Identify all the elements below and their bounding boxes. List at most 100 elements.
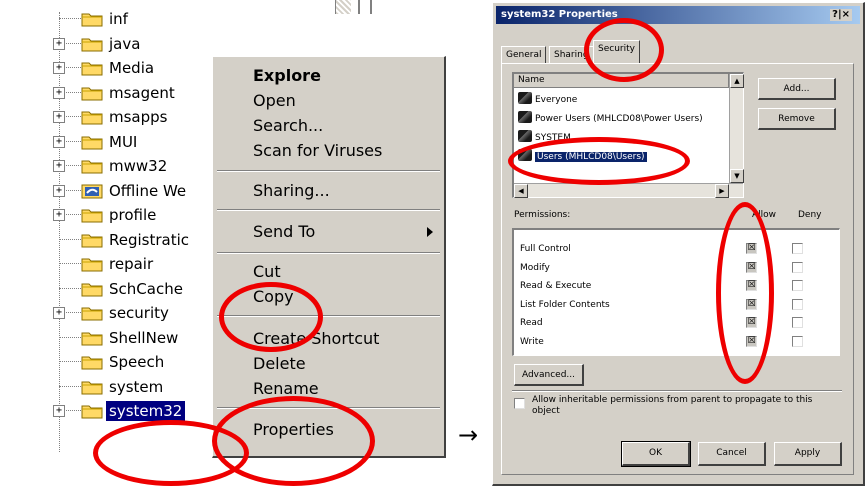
user-list-hscroll[interactable]: ◀ ▶ [514, 183, 743, 198]
folder-icon [81, 109, 103, 125]
permission-row: Write ☒ [520, 333, 820, 351]
tree-connector [59, 385, 81, 387]
advanced-button[interactable]: Advanced... [514, 364, 584, 386]
menu-item-scan-for-viruses[interactable]: Scan for Viruses [253, 140, 382, 162]
user-group-icon [518, 111, 532, 123]
deny-checkbox[interactable] [792, 243, 803, 254]
offline-web-folder-icon [81, 183, 103, 199]
highlight-ring-properties [212, 396, 375, 486]
scroll-down-icon[interactable]: ▼ [730, 169, 744, 183]
menu-item-delete[interactable]: Delete [253, 353, 306, 375]
tree-item[interactable]: inf [50, 9, 270, 29]
expand-plus-icon[interactable]: + [53, 307, 65, 319]
deny-checkbox[interactable] [792, 261, 803, 273]
permission-name: Read & Execute [520, 281, 592, 291]
tree-item-label: security [109, 304, 169, 322]
folder-icon [81, 60, 103, 76]
permission-row: Read ☒ [520, 314, 820, 332]
apply-button[interactable]: Apply [774, 442, 842, 466]
folder-icon [81, 354, 103, 370]
expand-plus-icon[interactable]: + [53, 160, 65, 172]
cancel-button[interactable]: Cancel [698, 442, 766, 466]
ok-button[interactable]: OK [621, 441, 691, 467]
tree-item-label: Speech [109, 353, 165, 371]
tree-item-label: Registratic [109, 230, 190, 249]
menu-item-explore[interactable]: Explore [253, 65, 321, 87]
expand-plus-icon[interactable]: + [53, 86, 65, 99]
permission-name: Full Control [520, 244, 571, 254]
scroll-right-icon[interactable]: ▶ [715, 184, 729, 198]
permission-name: Modify [520, 262, 550, 273]
deny-checkbox[interactable] [792, 298, 803, 310]
permission-row: Read & Execute ☒ [520, 277, 820, 295]
inherit-permissions-checkbox[interactable] [514, 398, 525, 409]
tree-item-label: msapps [109, 108, 168, 126]
expand-plus-icon[interactable]: + [53, 62, 65, 74]
menu-item-open[interactable]: Open [253, 90, 296, 112]
remove-user-button[interactable]: Remove [758, 108, 836, 130]
tree-item[interactable]: + java [50, 34, 270, 54]
menu-item-search[interactable]: Search... [253, 115, 323, 137]
dialog-title: system32 Properties [501, 9, 618, 20]
expand-plus-icon[interactable]: + [53, 111, 65, 123]
tree-item-label: mww32 [109, 157, 168, 175]
folder-icon [81, 158, 103, 174]
permission-name: Read [520, 318, 543, 328]
user-list-item[interactable]: Everyone [518, 92, 577, 108]
tree-item-label: repair [109, 255, 154, 273]
highlight-ring-users [508, 137, 690, 185]
user-group-icon [518, 92, 532, 104]
tree-item-label: inf [109, 10, 128, 28]
user-list-item[interactable]: Power Users (MHLCD08\Power Users) [518, 111, 703, 127]
menu-separator [217, 209, 440, 211]
tree-item-label: java [109, 34, 141, 53]
permission-name: Write [520, 336, 544, 347]
tree-scrollbar[interactable] [358, 0, 372, 14]
expand-plus-icon[interactable]: + [53, 209, 65, 221]
deny-checkbox[interactable] [792, 280, 803, 291]
menu-separator [217, 252, 440, 254]
permissions-label: Permissions: [514, 210, 571, 220]
menu-item-send-to[interactable]: Send To [253, 221, 315, 243]
user-list-vscroll[interactable]: ▲ ▼ [729, 74, 744, 183]
tree-item-label: system [109, 377, 164, 396]
flow-arrow-icon: → [458, 421, 479, 449]
section-divider [512, 390, 842, 392]
permission-row: List Folder Contents ☒ [520, 296, 820, 314]
folder-icon [81, 207, 103, 223]
menu-separator [217, 170, 440, 172]
tree-connector [59, 361, 81, 362]
expand-plus-icon[interactable]: + [53, 135, 65, 148]
highlight-ring-security-tab [584, 18, 664, 82]
tree-connector [59, 238, 81, 240]
folder-icon [81, 85, 103, 101]
menu-item-sharing[interactable]: Sharing... [253, 180, 330, 202]
tree-connector [59, 287, 81, 289]
folder-icon [81, 134, 103, 150]
dialog-titlebar[interactable]: system32 Properties ?|× [496, 6, 860, 24]
deny-checkbox[interactable] [792, 317, 803, 328]
user-group-icon [518, 130, 532, 142]
user-name: Power Users (MHLCD08\Power Users) [535, 114, 703, 124]
tab-general[interactable]: General [501, 46, 547, 64]
highlight-ring-copy [219, 282, 323, 352]
tree-scroll-track[interactable] [335, 0, 351, 14]
permission-row: Full Control ☒ [520, 240, 820, 258]
folder-icon [81, 256, 103, 272]
expand-plus-icon[interactable]: + [53, 184, 65, 197]
tree-item-label: Offline We [109, 181, 187, 200]
tree-item-label: SchCache [109, 279, 183, 298]
tree-connector [59, 18, 81, 19]
user-name: Everyone [535, 95, 578, 105]
scroll-left-icon[interactable]: ◀ [514, 184, 528, 198]
highlight-ring-allow-column [716, 202, 774, 384]
help-close-icon[interactable]: ?|× [830, 9, 852, 21]
tree-item-label: ShellNew [109, 328, 179, 347]
expand-plus-icon[interactable]: + [53, 405, 65, 417]
folder-icon [81, 36, 103, 52]
expand-plus-icon[interactable]: + [53, 37, 65, 50]
deny-checkbox[interactable] [792, 335, 803, 347]
add-user-button[interactable]: Add... [758, 78, 836, 100]
menu-item-cut[interactable]: Cut [253, 261, 281, 283]
scroll-up-icon[interactable]: ▲ [730, 74, 744, 88]
